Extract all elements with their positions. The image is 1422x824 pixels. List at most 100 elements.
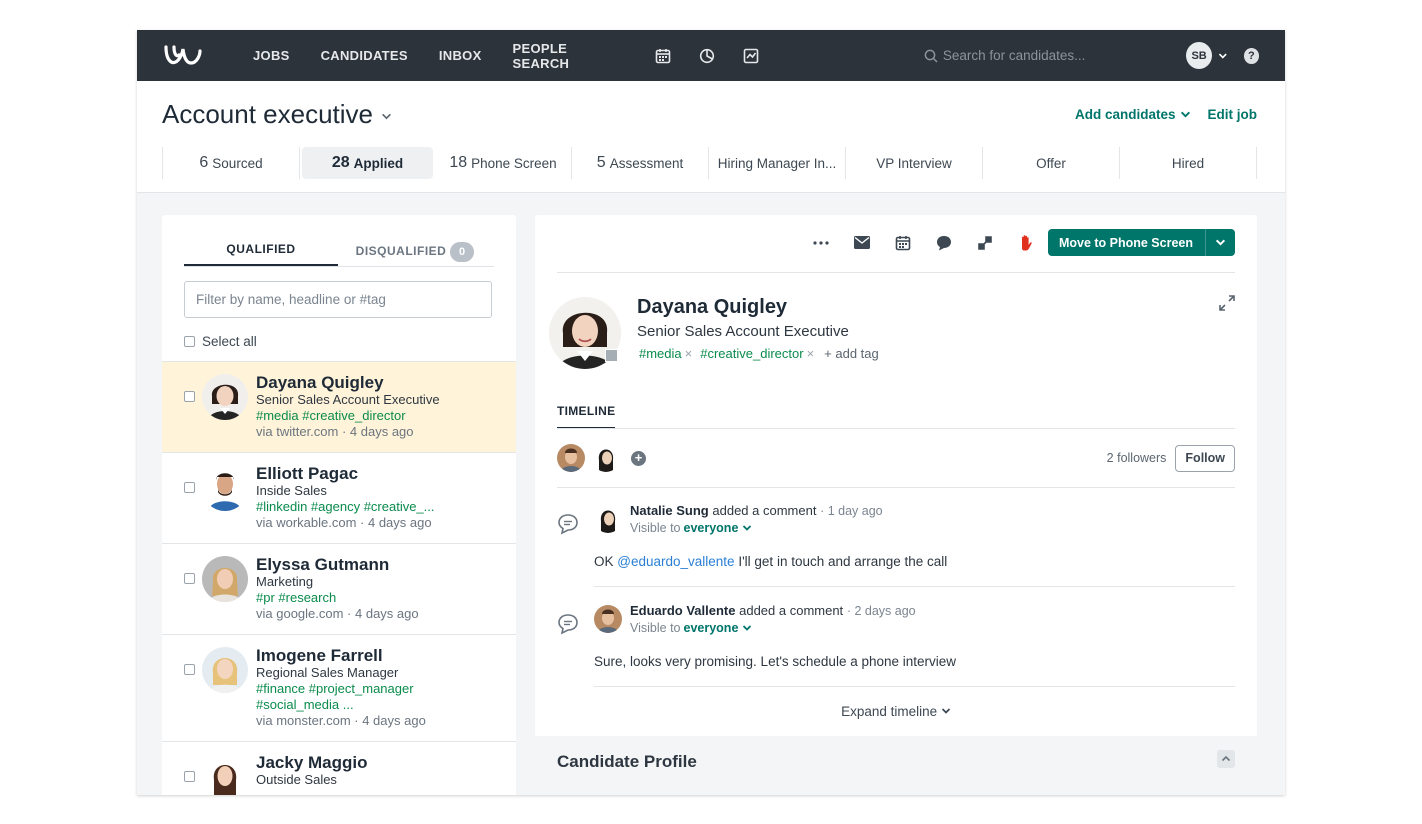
expand-timeline-button[interactable]: Expand timeline (535, 704, 1257, 719)
stage-sourced[interactable]: 6 Sourced (163, 147, 300, 179)
candidate-source: via monster.com · 4 days ago (256, 713, 426, 728)
global-search[interactable] (924, 48, 1154, 63)
stage-assessment[interactable]: 5 Assessment (572, 147, 709, 179)
qualification-tabs: QUALIFIED DISQUALIFIED 0 (184, 233, 494, 267)
stage-phone-screen[interactable]: 18 Phone Screen (435, 147, 572, 179)
candidate-list-panel: QUALIFIED DISQUALIFIED0 Select all Dayan… (162, 215, 516, 795)
top-navigation: JOBS CANDIDATES INBOX PEOPLE SEARCH SB ? (137, 30, 1285, 81)
candidate-name: Elliott Pagac (256, 464, 359, 483)
select-all-label: Select all (202, 334, 257, 349)
stage-offer[interactable]: Offer (983, 147, 1120, 179)
tag-creative-director[interactable]: #creative_director × (700, 346, 822, 361)
candidate-headline: Inside Sales (256, 483, 327, 498)
workable-logo-icon[interactable] (163, 42, 205, 70)
stage-applied[interactable]: 28 Applied (302, 147, 433, 179)
nav-people-search[interactable]: PEOPLE SEARCH (513, 41, 624, 71)
entry-author[interactable]: Natalie Sung (630, 503, 709, 518)
follower-avatar[interactable] (592, 444, 620, 472)
follower-avatar[interactable] (557, 444, 585, 472)
candidate-tags: #finance #project_manager (256, 681, 414, 696)
add-tag-button[interactable]: + add tag (824, 346, 879, 361)
report-icon[interactable] (743, 47, 760, 65)
expand-icon[interactable] (1219, 295, 1235, 311)
collapse-section-button[interactable] (1217, 750, 1235, 768)
candidate-checkbox[interactable] (184, 391, 195, 402)
job-header: Account executive Add candidates Edit jo… (137, 81, 1285, 193)
calendar-icon[interactable] (654, 47, 671, 65)
pie-chart-icon[interactable] (698, 47, 715, 65)
more-options-icon[interactable] (812, 234, 830, 252)
move-to-phone-screen-button[interactable]: Move to Phone Screen (1047, 229, 1235, 256)
candidate-name: Dayana Quigley (637, 296, 788, 318)
search-input[interactable] (942, 48, 1153, 63)
tab-disqualified-label: DISQUALIFIED (355, 244, 447, 259)
evaluate-icon[interactable] (976, 234, 994, 252)
comment-text: Sure, looks very promising. Let's schedu… (594, 654, 957, 669)
disqualified-count-badge: 0 (450, 242, 475, 262)
entry-time: · 1 day ago (820, 504, 883, 518)
move-button-label: Move to Phone Screen (1058, 235, 1193, 250)
candidate-tags-more: #social_media ... (256, 697, 354, 712)
visibility-dropdown[interactable]: everyone (684, 621, 739, 635)
tab-disqualified[interactable]: DISQUALIFIED 0 (338, 233, 492, 266)
entry-author[interactable]: Eduardo Vallente (630, 603, 735, 618)
candidate-tags: #pr #research (256, 590, 337, 605)
entry-time: · 2 days ago (846, 604, 916, 618)
chevron-down-icon (1215, 239, 1226, 246)
follow-button[interactable]: Follow (1175, 444, 1235, 472)
candidate-checkbox[interactable] (184, 573, 195, 584)
disqualify-hand-icon[interactable] (1017, 234, 1035, 252)
list-item[interactable]: Elliott Pagac Inside Sales #linkedin #ag… (162, 452, 516, 543)
candidate-headline: Senior Sales Account Executive (637, 323, 849, 340)
chevron-down-icon[interactable] (1218, 51, 1228, 61)
list-item[interactable]: Imogene Farrell Regional Sales Manager #… (162, 634, 516, 741)
chevron-up-icon (1221, 755, 1231, 762)
chevron-down-icon (382, 113, 391, 120)
edit-job-link[interactable]: Edit job (1208, 107, 1258, 122)
add-follower-icon[interactable]: + (631, 450, 646, 466)
nav-candidates[interactable]: CANDIDATES (321, 48, 408, 63)
timeline-entry: Eduardo Vallente added a comment · 2 day… (557, 603, 1235, 689)
list-item[interactable]: Elyssa Gutmann Marketing #pr #research v… (162, 543, 516, 634)
app-window: JOBS CANDIDATES INBOX PEOPLE SEARCH SB ?… (137, 30, 1285, 795)
job-title-dropdown[interactable]: Account executive (162, 99, 392, 130)
move-stage-dropdown[interactable] (1205, 229, 1235, 256)
add-candidates-button[interactable]: Add candidates (1075, 107, 1191, 122)
pipeline-stages: 6 Sourced 28 Applied 18 Phone Screen 5 Asses… (162, 147, 1257, 179)
avatar (202, 374, 248, 420)
calendar-icon[interactable] (894, 234, 912, 252)
chevron-down-icon[interactable] (742, 523, 752, 533)
list-item[interactable]: Jacky Maggio Outside Sales (162, 741, 516, 795)
candidate-checkbox[interactable] (184, 771, 195, 782)
help-icon[interactable]: ? (1243, 47, 1259, 64)
stage-label: VP Interview (876, 155, 952, 171)
email-icon[interactable] (853, 234, 871, 252)
remove-tag-icon[interactable]: × (685, 346, 693, 361)
nav-jobs[interactable]: JOBS (253, 48, 290, 63)
candidate-checkbox[interactable] (184, 664, 195, 675)
avatar (202, 647, 248, 693)
nav-inbox[interactable]: INBOX (439, 48, 482, 63)
tag-media[interactable]: #media × (639, 346, 700, 361)
user-avatar[interactable]: SB (1186, 42, 1213, 69)
tab-qualified[interactable]: QUALIFIED (184, 233, 338, 266)
tab-timeline[interactable]: TIMELINE (557, 404, 616, 429)
list-item[interactable]: Dayana Quigley Senior Sales Account Exec… (162, 361, 516, 452)
stage-hired[interactable]: Hired (1120, 147, 1257, 179)
candidate-profile-section: Candidate Profile (535, 736, 1257, 795)
stage-vp-interview[interactable]: VP Interview (846, 147, 983, 179)
chevron-down-icon[interactable] (742, 623, 752, 633)
stage-label: Sourced (212, 155, 263, 171)
stage-hiring-manager-interview[interactable]: Hiring Manager In... (709, 147, 846, 179)
divider (594, 686, 1235, 687)
visibility-dropdown[interactable]: everyone (684, 521, 739, 535)
remove-tag-icon[interactable]: × (807, 346, 815, 361)
candidate-name: Dayana Quigley (256, 373, 384, 392)
candidate-filter-input[interactable] (184, 281, 492, 318)
candidate-checkbox[interactable] (184, 482, 195, 493)
avatar (594, 605, 622, 633)
select-all-checkbox[interactable] (184, 336, 195, 347)
mention-link[interactable]: @eduardo_vallente (617, 554, 734, 569)
comment-icon[interactable] (935, 234, 953, 252)
candidate-tags: #media × #creative_director × + add tag (639, 346, 879, 361)
